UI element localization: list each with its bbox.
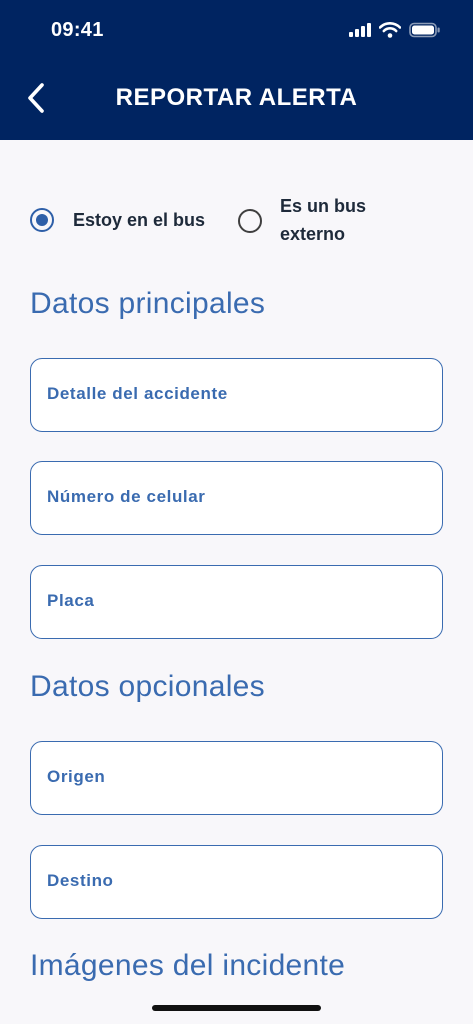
page-title: REPORTAR ALERTA (115, 84, 358, 111)
status-time: 09:41 (51, 19, 104, 41)
radio-external-bus-label-line2: externo (280, 224, 346, 244)
radio-on-bus[interactable]: Estoy en el bus (30, 206, 205, 234)
wifi-icon (379, 22, 401, 38)
section-title-optional: Datos opcionales (30, 670, 265, 703)
plate-label: Placa (47, 591, 95, 610)
home-indicator (152, 1005, 321, 1011)
radio-external-bus-label-line1: Es un bus (280, 196, 367, 216)
radio-selected-indicator (30, 208, 54, 232)
origin-label: Origen (47, 767, 106, 786)
battery-icon (409, 22, 440, 38)
status-icons (349, 22, 441, 38)
phone-number-label: Número de celular (47, 487, 206, 506)
section-title-images: Imágenes del incidente (30, 949, 346, 982)
app-header: 09:41 REPORTAR ALERTA (0, 0, 473, 140)
plate-field[interactable]: Placa (30, 565, 443, 639)
phone-number-field[interactable]: Número de celular (30, 461, 443, 535)
radio-unselected-indicator (238, 209, 262, 233)
destination-label: Destino (47, 871, 114, 890)
cellular-signal-icon (349, 23, 371, 37)
radio-on-bus-label: Estoy en el bus (73, 210, 206, 230)
radio-external-bus[interactable]: Es un bus externo (238, 192, 366, 248)
location-radio-group: Estoy en el bus Es un bus externo (30, 192, 450, 252)
destination-field[interactable]: Destino (30, 845, 443, 919)
section-title-principal: Datos principales (30, 287, 266, 320)
origin-field[interactable]: Origen (30, 741, 443, 815)
accident-detail-field[interactable]: Detalle del accidente (30, 358, 443, 432)
accident-detail-label: Detalle del accidente (47, 384, 228, 403)
